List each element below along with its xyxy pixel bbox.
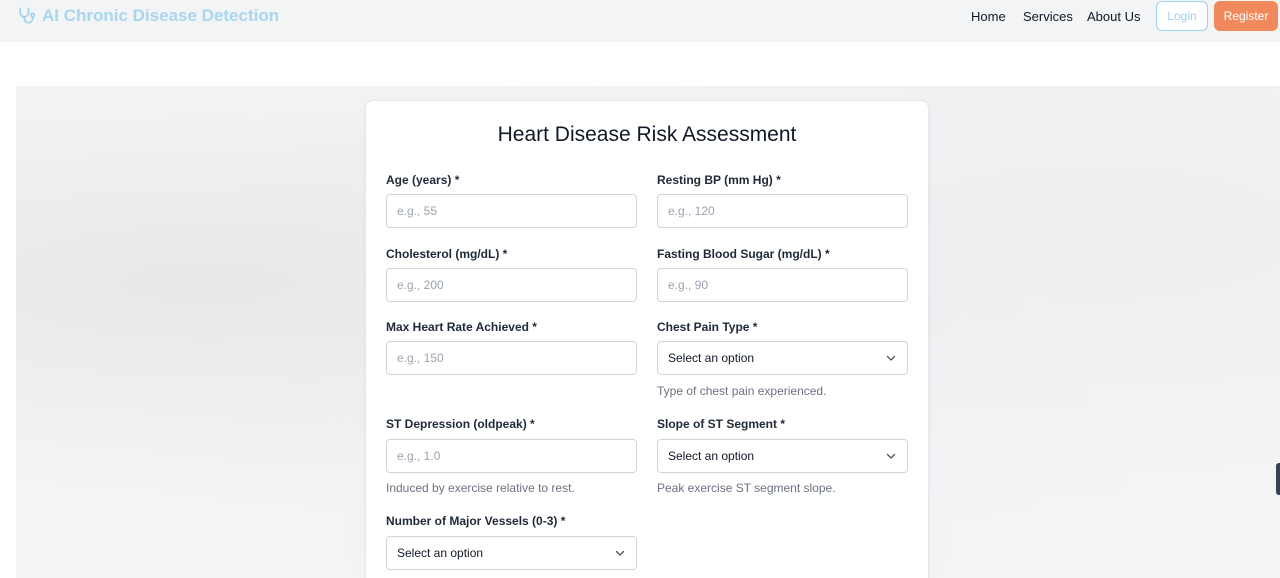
st-depression-label: ST Depression (oldpeak) * bbox=[386, 417, 535, 431]
brand-name: AI Chronic Disease Detection bbox=[42, 6, 280, 25]
top-navbar: AI Chronic Disease Detection Home Servic… bbox=[0, 0, 1280, 42]
age-label: Age (years) * bbox=[386, 173, 460, 187]
chest-pain-type-label: Chest Pain Type * bbox=[657, 320, 758, 334]
assessment-form-card: Heart Disease Risk Assessment Age (years… bbox=[365, 100, 929, 578]
resting-bp-label: Resting BP (mm Hg) * bbox=[657, 173, 781, 187]
age-input[interactable] bbox=[386, 194, 637, 228]
stethoscope-icon bbox=[16, 6, 36, 26]
resting-bp-input[interactable] bbox=[657, 194, 908, 228]
brand-logo-link[interactable]: AI Chronic Disease Detection bbox=[16, 4, 279, 28]
login-button[interactable]: Login bbox=[1156, 1, 1208, 31]
st-depression-input[interactable] bbox=[386, 439, 637, 473]
major-vessels-select[interactable]: Select an option bbox=[386, 536, 637, 570]
cholesterol-input[interactable] bbox=[386, 268, 637, 302]
chevron-down-icon bbox=[885, 450, 897, 462]
register-button[interactable]: Register bbox=[1214, 1, 1278, 31]
major-vessels-label: Number of Major Vessels (0-3) * bbox=[386, 514, 566, 528]
st-slope-value: Select an option bbox=[668, 449, 755, 463]
chest-pain-type-value: Select an option bbox=[668, 351, 755, 365]
nav-link-services[interactable]: Services bbox=[1023, 9, 1073, 24]
fasting-blood-sugar-input[interactable] bbox=[657, 268, 908, 302]
st-depression-help: Induced by exercise relative to rest. bbox=[386, 481, 575, 495]
cholesterol-label: Cholesterol (mg/dL) * bbox=[386, 247, 508, 261]
chevron-down-icon bbox=[614, 547, 626, 559]
st-slope-select[interactable]: Select an option bbox=[657, 439, 908, 473]
side-scroll-handle[interactable] bbox=[1276, 463, 1280, 495]
chevron-down-icon bbox=[885, 352, 897, 364]
form-title: Heart Disease Risk Assessment bbox=[497, 123, 797, 146]
nav-link-home[interactable]: Home bbox=[971, 9, 1006, 24]
fasting-blood-sugar-label: Fasting Blood Sugar (mg/dL) * bbox=[657, 247, 830, 261]
st-slope-label: Slope of ST Segment * bbox=[657, 417, 786, 431]
max-heart-rate-label: Max Heart Rate Achieved * bbox=[386, 320, 537, 334]
nav-link-about-us[interactable]: About Us bbox=[1087, 9, 1140, 24]
chest-pain-type-select[interactable]: Select an option bbox=[657, 341, 908, 375]
st-slope-help: Peak exercise ST segment slope. bbox=[657, 481, 836, 495]
major-vessels-value: Select an option bbox=[397, 546, 484, 560]
chest-pain-type-help: Type of chest pain experienced. bbox=[657, 384, 827, 398]
max-heart-rate-input[interactable] bbox=[386, 341, 637, 375]
